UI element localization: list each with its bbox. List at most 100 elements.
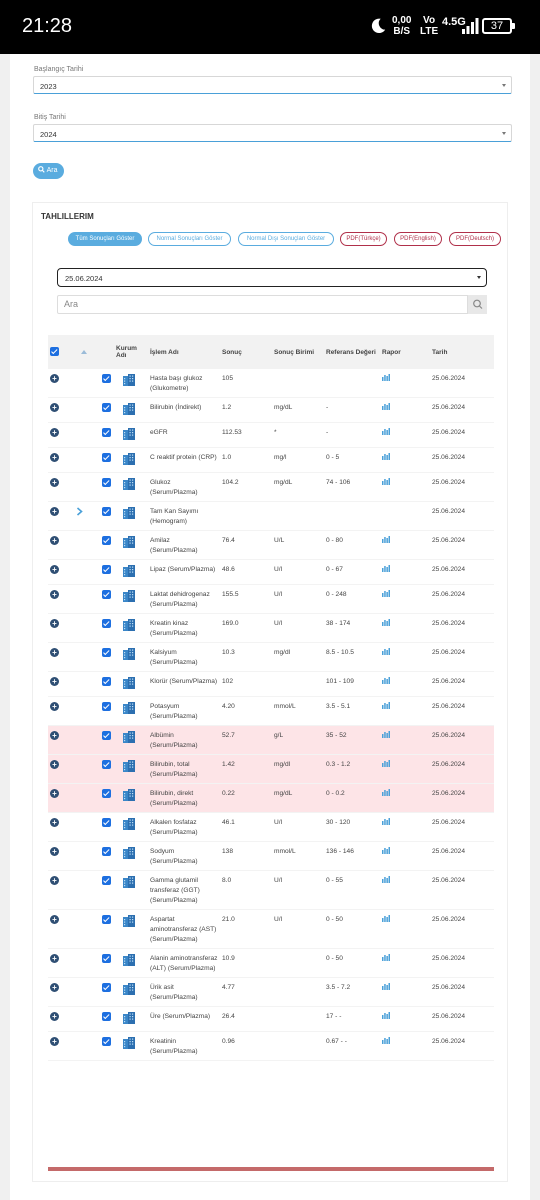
expand-row-icon[interactable]: +	[50, 453, 59, 462]
row-select-cell[interactable]	[100, 447, 120, 473]
table-row[interactable]: + Glukoz (Serum/Plazma) 104.2 mg/dL 74 - 106…	[48, 472, 494, 502]
row-select-cell[interactable]	[100, 696, 120, 726]
bar-chart-icon[interactable]	[382, 731, 390, 738]
bar-chart-icon[interactable]	[382, 619, 390, 626]
expand-row-icon[interactable]: +	[50, 677, 59, 686]
expand-row-icon[interactable]: +	[50, 478, 59, 487]
expand-cell[interactable]: +	[48, 472, 68, 502]
row-checkbox[interactable]	[102, 876, 111, 885]
header-kurum[interactable]: Kurum Adı	[100, 335, 148, 369]
report-cell[interactable]	[380, 812, 430, 842]
expand-row-icon[interactable]: +	[50, 590, 59, 599]
row-select-cell[interactable]	[100, 422, 120, 448]
table-row[interactable]: + Kreatinin (Serum/Plazma) 0.96 0.67 - - 25.…	[48, 1031, 494, 1061]
expand-cell[interactable]: +	[48, 397, 68, 423]
report-cell[interactable]	[380, 559, 430, 585]
table-row[interactable]: + Bilirubin (İndirekt) 1.2 mg/dL - 25.06.2024	[48, 397, 494, 423]
row-select-cell[interactable]	[100, 909, 120, 949]
bar-chart-icon[interactable]	[382, 677, 390, 684]
report-cell[interactable]	[380, 422, 430, 448]
expand-row-icon[interactable]: +	[50, 983, 59, 992]
row-checkbox[interactable]	[102, 648, 111, 657]
filter-all-button[interactable]: Tüm Sonuçları Göster	[68, 232, 142, 246]
row-select-cell[interactable]	[100, 783, 120, 813]
table-row[interactable]: + C reaktif protein (CRP) 1.0 mg/l 0 - 5 25.0…	[48, 447, 494, 473]
table-row[interactable]: + Ürik asit (Serum/Plazma) 4.77 3.5 - 7.2 25…	[48, 977, 494, 1007]
row-checkbox[interactable]	[102, 677, 111, 686]
table-row[interactable]: + Bilirubin, total (Serum/Plazma) 1.42 mg/d…	[48, 754, 494, 784]
start-year-select[interactable]: 2023	[33, 76, 512, 94]
row-select-cell[interactable]	[100, 559, 120, 585]
expand-cell[interactable]: +	[48, 1006, 68, 1032]
row-checkbox[interactable]	[102, 847, 111, 856]
table-row[interactable]: + Alkalen fosfataz (Serum/Plazma) 46.1 U/l 3…	[48, 812, 494, 842]
report-cell[interactable]	[380, 754, 430, 784]
report-cell[interactable]	[380, 613, 430, 643]
row-select-cell[interactable]	[100, 841, 120, 871]
row-checkbox[interactable]	[102, 983, 111, 992]
header-rapor[interactable]: Rapor	[380, 335, 430, 369]
report-cell[interactable]	[380, 472, 430, 502]
expand-cell[interactable]: +	[48, 642, 68, 672]
expand-row-icon[interactable]: +	[50, 619, 59, 628]
row-checkbox[interactable]	[102, 818, 111, 827]
expand-cell[interactable]: +	[48, 977, 68, 1007]
expand-row-icon[interactable]: +	[50, 731, 59, 740]
expand-cell[interactable]: +	[48, 754, 68, 784]
bar-chart-icon[interactable]	[382, 847, 390, 854]
expand-cell[interactable]: +	[48, 422, 68, 448]
expand-cell[interactable]: +	[48, 447, 68, 473]
expand-cell[interactable]: +	[48, 559, 68, 585]
bar-chart-icon[interactable]	[382, 1037, 390, 1044]
row-select-cell[interactable]	[100, 530, 120, 560]
expand-cell[interactable]: +	[48, 812, 68, 842]
row-select-cell[interactable]	[100, 397, 120, 423]
bar-chart-icon[interactable]	[382, 565, 390, 572]
row-checkbox[interactable]	[102, 954, 111, 963]
row-select-cell[interactable]	[100, 948, 120, 978]
bar-chart-icon[interactable]	[382, 536, 390, 543]
expand-row-icon[interactable]: +	[50, 847, 59, 856]
row-checkbox[interactable]	[102, 590, 111, 599]
table-row[interactable]: + Potasyum (Serum/Plazma) 4.20 mmol/L 3.5 - …	[48, 696, 494, 726]
header-select-all[interactable]	[48, 335, 68, 369]
row-checkbox[interactable]	[102, 565, 111, 574]
row-select-cell[interactable]	[100, 977, 120, 1007]
bar-chart-icon[interactable]	[382, 702, 390, 709]
table-row[interactable]: + Alanin aminotransferaz (ALT) (Serum/Pla…	[48, 948, 494, 978]
report-cell[interactable]	[380, 671, 430, 697]
table-row[interactable]: + Klorür (Serum/Plazma) 102 101 - 109 25.06.…	[48, 671, 494, 697]
bar-chart-icon[interactable]	[382, 915, 390, 922]
expand-row-icon[interactable]: +	[50, 1037, 59, 1046]
report-cell[interactable]	[380, 584, 430, 614]
row-select-cell[interactable]	[100, 870, 120, 910]
expand-cell[interactable]: +	[48, 909, 68, 949]
table-search-input[interactable]: Ara	[57, 295, 487, 314]
expand-row-icon[interactable]: +	[50, 954, 59, 963]
pdf-deutsch-button[interactable]: PDF(Deutsch)	[449, 232, 501, 246]
report-cell[interactable]	[380, 783, 430, 813]
table-row[interactable]: + Laktat dehidrogenaz (Serum/Plazma) 155.5…	[48, 584, 494, 614]
row-select-cell[interactable]	[100, 613, 120, 643]
bar-chart-icon[interactable]	[382, 453, 390, 460]
row-checkbox[interactable]	[102, 428, 111, 437]
row-select-cell[interactable]	[100, 642, 120, 672]
filter-normal-button[interactable]: Normal Sonuçları Göster	[148, 232, 231, 246]
report-cell[interactable]	[380, 870, 430, 910]
row-select-cell[interactable]	[100, 725, 120, 755]
expand-cell[interactable]: +	[48, 783, 68, 813]
search-icon-button[interactable]	[467, 295, 487, 314]
expand-row-icon[interactable]: +	[50, 760, 59, 769]
table-row[interactable]: + Üre (Serum/Plazma) 26.4 17 - - 25.06.2024	[48, 1006, 494, 1032]
row-checkbox[interactable]	[102, 702, 111, 711]
table-row[interactable]: + eGFR 112.53 * - 25.06.2024	[48, 422, 494, 448]
bar-chart-icon[interactable]	[382, 876, 390, 883]
header-islem[interactable]: İşlem Adı	[148, 335, 220, 369]
expand-row-icon[interactable]: +	[50, 403, 59, 412]
report-cell[interactable]	[380, 642, 430, 672]
table-row[interactable]: + Amilaz (Serum/Plazma) 76.4 U/L 0 - 80 25.06…	[48, 530, 494, 560]
report-cell[interactable]	[380, 530, 430, 560]
row-checkbox[interactable]	[102, 619, 111, 628]
expand-cell[interactable]: +	[48, 870, 68, 910]
row-checkbox[interactable]	[102, 789, 111, 798]
